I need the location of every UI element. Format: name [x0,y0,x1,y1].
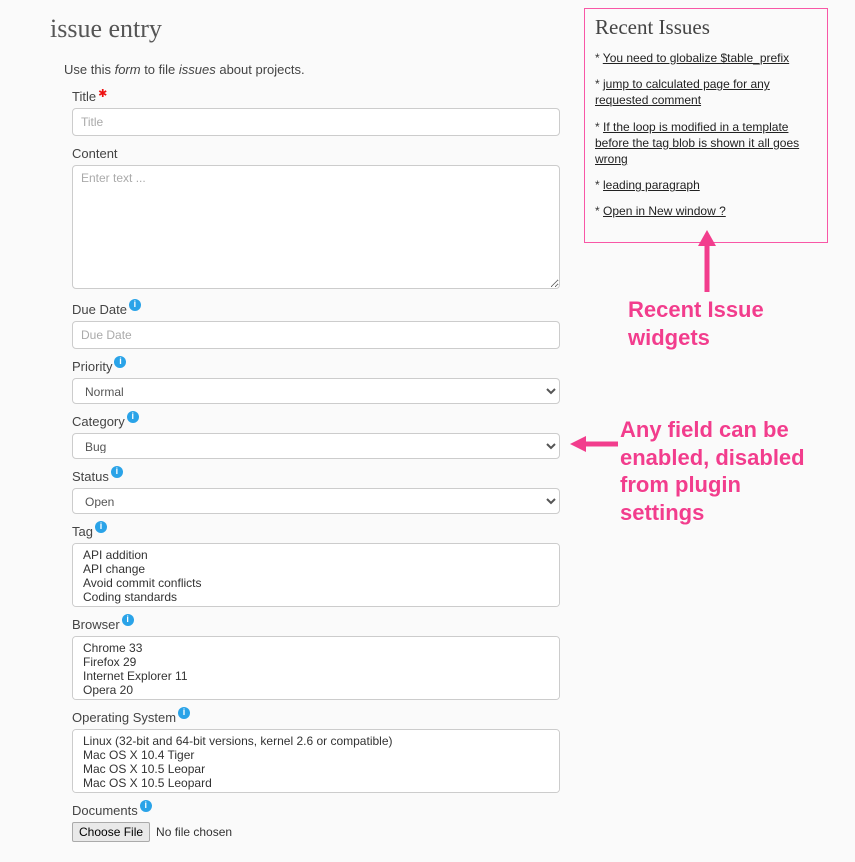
main-content: issue entry Use this form to file issues… [50,14,560,852]
list-item[interactable]: Internet Explorer 11 [73,669,559,683]
tag-listbox[interactable]: API addition API change Avoid commit con… [72,543,560,607]
recent-issue-item: * If the loop is modified in a template … [595,119,817,168]
list-item[interactable]: Mac OS X 10.5 Leopar [73,762,559,776]
list-item[interactable]: Mac OS X 10.4 Tiger [73,748,559,762]
due-date-label: Due Date [72,302,127,317]
recent-issue-item: * leading paragraph [595,177,817,193]
annotation-text: Any field can be enabled, disabled from … [620,416,820,526]
annotation-text: Recent Issue widgets [628,296,798,351]
title-input[interactable] [72,108,560,136]
recent-issue-link[interactable]: jump to calculated page for any requeste… [595,77,770,107]
arrow-icon [694,230,720,294]
list-item[interactable]: Avoid commit conflicts [73,576,559,590]
list-item[interactable]: Linux (32-bit and 64-bit versions, kerne… [73,734,559,748]
recent-issue-link[interactable]: If the loop is modified in a template be… [595,120,799,166]
title-label: Title [72,89,96,104]
list-item[interactable]: Firefox 29 [73,655,559,669]
due-date-input[interactable] [72,321,560,349]
content-textarea[interactable] [72,165,560,289]
file-status-text: No file chosen [156,825,232,839]
info-icon[interactable]: i [114,356,126,368]
recent-issues-widget: Recent Issues * You need to globalize $t… [584,8,828,243]
widget-title: Recent Issues [595,15,817,40]
content-label: Content [72,146,118,161]
sidebar: Recent Issues * You need to globalize $t… [590,14,830,852]
info-icon[interactable]: i [127,411,139,423]
category-select[interactable]: Bug [72,433,560,459]
list-item[interactable]: API addition [73,548,559,562]
field-title: Title ✱ [72,89,560,136]
field-due-date: Due Date i [72,302,560,349]
recent-issue-item: * You need to globalize $table_prefix [595,50,817,66]
field-documents: Documents i Choose File No file chosen [72,803,560,842]
field-content: Content [72,146,560,292]
list-item[interactable]: Coding standards [73,590,559,604]
tag-label: Tag [72,524,93,539]
status-label: Status [72,469,109,484]
required-icon: ✱ [98,87,107,100]
info-icon[interactable]: i [122,614,134,626]
info-icon[interactable]: i [140,800,152,812]
status-select[interactable]: Open [72,488,560,514]
os-label: Operating System [72,710,176,725]
list-item[interactable]: Chrome 33 [73,641,559,655]
list-item[interactable]: Mac OS X 10.5 Leopard [73,776,559,790]
recent-issue-item: * Open in New window ? [595,203,817,219]
info-icon[interactable]: i [95,521,107,533]
list-item[interactable]: Opera 20 [73,683,559,697]
page-title: issue entry [50,14,560,44]
os-listbox[interactable]: Linux (32-bit and 64-bit versions, kerne… [72,729,560,793]
category-label: Category [72,414,125,429]
recent-issue-item: * jump to calculated page for any reques… [595,76,817,108]
recent-issue-link[interactable]: You need to globalize $table_prefix [603,51,789,65]
recent-issue-link[interactable]: Open in New window ? [603,204,726,218]
choose-file-button[interactable]: Choose File [72,822,150,842]
field-browser: Browser i Chrome 33 Firefox 29 Internet … [72,617,560,700]
issue-form: Title ✱ Content Due Date i [72,89,560,842]
arrow-icon [570,432,620,456]
priority-select[interactable]: Normal [72,378,560,404]
field-os: Operating System i Linux (32-bit and 64-… [72,710,560,793]
field-priority: Priority i Normal [72,359,560,404]
list-item[interactable]: API change [73,562,559,576]
recent-issue-link[interactable]: leading paragraph [603,178,700,192]
priority-label: Priority [72,359,112,374]
browser-label: Browser [72,617,120,632]
intro-text: Use this form to file issues about proje… [64,62,560,77]
field-category: Category i Bug [72,414,560,459]
browser-listbox[interactable]: Chrome 33 Firefox 29 Internet Explorer 1… [72,636,560,700]
field-tag: Tag i API addition API change Avoid comm… [72,524,560,607]
documents-label: Documents [72,803,138,818]
field-status: Status i Open [72,469,560,514]
info-icon[interactable]: i [111,466,123,478]
info-icon[interactable]: i [129,299,141,311]
info-icon[interactable]: i [178,707,190,719]
